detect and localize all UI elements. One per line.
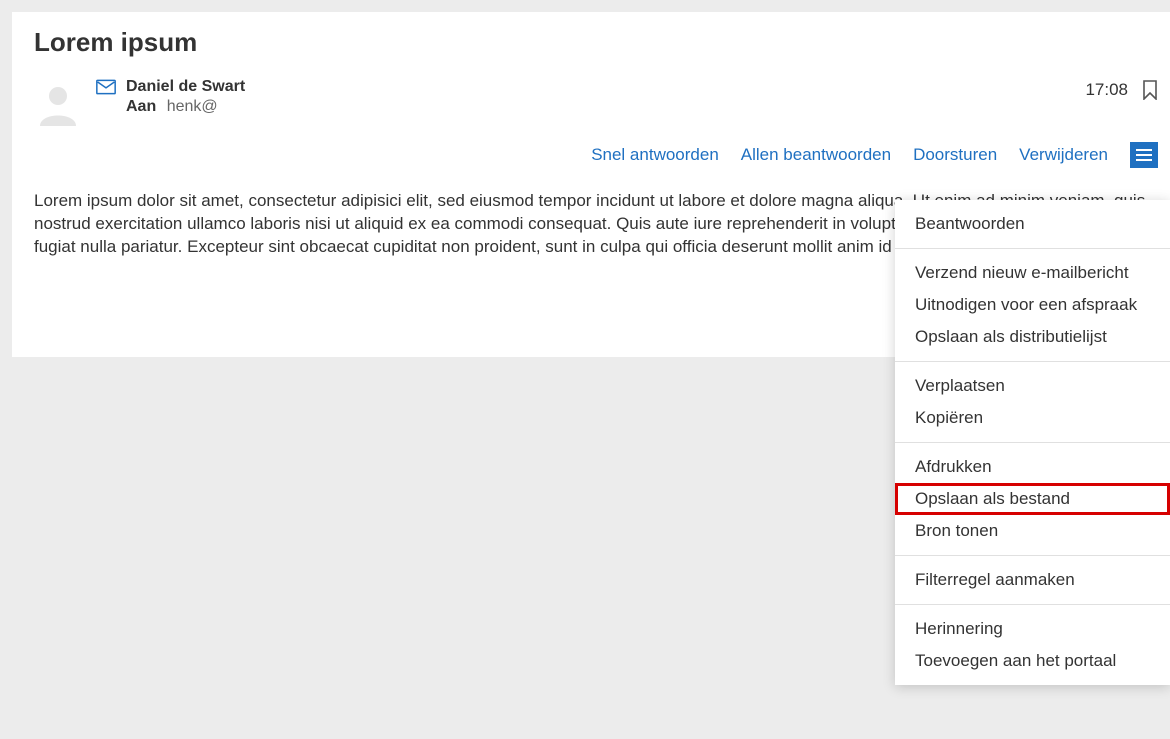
forward-link[interactable]: Doorsturen bbox=[913, 145, 997, 165]
menu-group: Verzend nieuw e-mailberichtUitnodigen vo… bbox=[895, 249, 1170, 362]
actions-row: Snel antwoorden Allen beantwoorden Doors… bbox=[12, 126, 1170, 178]
to-value: henk@ bbox=[167, 98, 218, 115]
subject-heading: Lorem ipsum bbox=[12, 12, 1170, 78]
menu-item[interactable]: Filterregel aanmaken bbox=[895, 564, 1170, 596]
menu-item[interactable]: Toevoegen aan het portaal bbox=[895, 645, 1170, 677]
to-label: Aan bbox=[126, 98, 156, 115]
more-actions-menu: Beantwoorden Verzend nieuw e-mailberichtU… bbox=[895, 200, 1170, 685]
menu-item[interactable]: Herinnering bbox=[895, 613, 1170, 645]
sender-block: Daniel de Swart Aan henk@ bbox=[96, 78, 1085, 116]
delete-link[interactable]: Verwijderen bbox=[1019, 145, 1108, 165]
envelope-icon bbox=[96, 79, 116, 95]
menu-item[interactable]: Verplaatsen bbox=[895, 370, 1170, 402]
menu-item[interactable]: Opslaan als distributielijst bbox=[895, 321, 1170, 353]
timestamp: 17:08 bbox=[1085, 80, 1128, 100]
menu-item[interactable]: Opslaan als bestand bbox=[895, 483, 1170, 515]
meta-right: 17:08 bbox=[1085, 78, 1158, 100]
menu-item[interactable]: Bron tonen bbox=[895, 515, 1170, 547]
avatar bbox=[34, 78, 82, 126]
message-header: Daniel de Swart Aan henk@ 17:08 bbox=[12, 78, 1170, 126]
menu-item[interactable]: Verzend nieuw e-mailbericht bbox=[895, 257, 1170, 289]
menu-group: VerplaatsenKopiëren bbox=[895, 362, 1170, 443]
menu-group: HerinneringToevoegen aan het portaal bbox=[895, 605, 1170, 685]
bookmark-icon[interactable] bbox=[1142, 80, 1158, 100]
menu-item[interactable]: Beantwoorden bbox=[895, 208, 1170, 240]
sender-name: Daniel de Swart bbox=[126, 78, 245, 96]
menu-group: AfdrukkenOpslaan als bestandBron tonen bbox=[895, 443, 1170, 556]
menu-group: Beantwoorden bbox=[895, 200, 1170, 249]
quick-reply-link[interactable]: Snel antwoorden bbox=[591, 145, 719, 165]
menu-group: Filterregel aanmaken bbox=[895, 556, 1170, 605]
reply-all-link[interactable]: Allen beantwoorden bbox=[741, 145, 891, 165]
menu-item[interactable]: Kopiëren bbox=[895, 402, 1170, 434]
menu-item[interactable]: Uitnodigen voor een afspraak bbox=[895, 289, 1170, 321]
more-actions-button[interactable] bbox=[1130, 142, 1158, 168]
menu-item[interactable]: Afdrukken bbox=[895, 451, 1170, 483]
